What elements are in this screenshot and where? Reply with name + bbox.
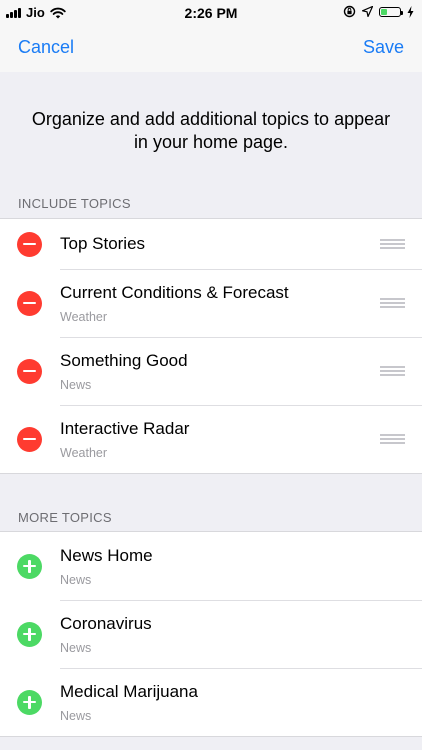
list-item: Something Good News bbox=[0, 337, 422, 405]
battery-fill bbox=[381, 8, 388, 15]
list-item[interactable]: Medical Marijuana News bbox=[0, 668, 422, 736]
more-topics-header: MORE TOPICS bbox=[18, 510, 112, 525]
save-button[interactable]: Save bbox=[363, 37, 404, 58]
reorder-handle-icon[interactable] bbox=[380, 434, 405, 444]
topic-category: Weather bbox=[60, 446, 108, 460]
reorder-handle-icon[interactable] bbox=[380, 366, 405, 376]
add-topic-button[interactable] bbox=[17, 689, 42, 715]
topic-category: Weather bbox=[60, 310, 108, 324]
navigation-bar: Cancel Save bbox=[0, 26, 422, 72]
include-topics-list: Top Stories Current Conditions & Forecas… bbox=[0, 218, 422, 474]
reorder-handle-icon[interactable] bbox=[380, 298, 405, 308]
location-arrow-icon bbox=[362, 6, 373, 17]
topic-title: Interactive Radar bbox=[60, 419, 190, 438]
list-item: Top Stories bbox=[0, 219, 422, 269]
topic-category: News bbox=[60, 573, 92, 587]
add-topic-button[interactable] bbox=[17, 621, 42, 647]
topic-title: Medical Marijuana bbox=[60, 682, 198, 701]
topic-category: News bbox=[60, 641, 92, 655]
topic-title: Top Stories bbox=[60, 234, 146, 253]
charging-icon bbox=[407, 5, 414, 18]
list-item: Interactive Radar Weather bbox=[0, 405, 422, 473]
include-topics-header: INCLUDE TOPICS bbox=[18, 196, 131, 211]
intro-text: Organize and add additional topics to ap… bbox=[31, 109, 391, 152]
topic-category: News bbox=[60, 378, 92, 392]
remove-topic-button[interactable] bbox=[17, 358, 42, 384]
reorder-handle-icon[interactable] bbox=[380, 239, 405, 249]
topic-title: News Home bbox=[60, 546, 153, 565]
remove-topic-button[interactable] bbox=[17, 231, 42, 257]
topic-title: Something Good bbox=[60, 351, 188, 370]
list-item[interactable]: Coronavirus News bbox=[0, 600, 422, 668]
topic-title: Coronavirus bbox=[60, 614, 152, 633]
remove-topic-button[interactable] bbox=[17, 426, 42, 452]
list-item: Current Conditions & Forecast Weather bbox=[0, 269, 422, 337]
status-right bbox=[343, 5, 414, 18]
status-bar: Jio 2:26 PM bbox=[0, 0, 422, 26]
more-topics-list: News Home News Coronavirus News Medical … bbox=[0, 531, 422, 737]
topic-category: News bbox=[60, 709, 92, 723]
remove-topic-button[interactable] bbox=[17, 290, 42, 316]
topic-title: Current Conditions & Forecast bbox=[60, 283, 289, 302]
battery-icon bbox=[379, 6, 403, 17]
orientation-lock-icon bbox=[343, 5, 356, 18]
list-item[interactable]: News Home News bbox=[0, 532, 422, 600]
add-topic-button[interactable] bbox=[17, 553, 42, 579]
cancel-button[interactable]: Cancel bbox=[18, 37, 74, 58]
